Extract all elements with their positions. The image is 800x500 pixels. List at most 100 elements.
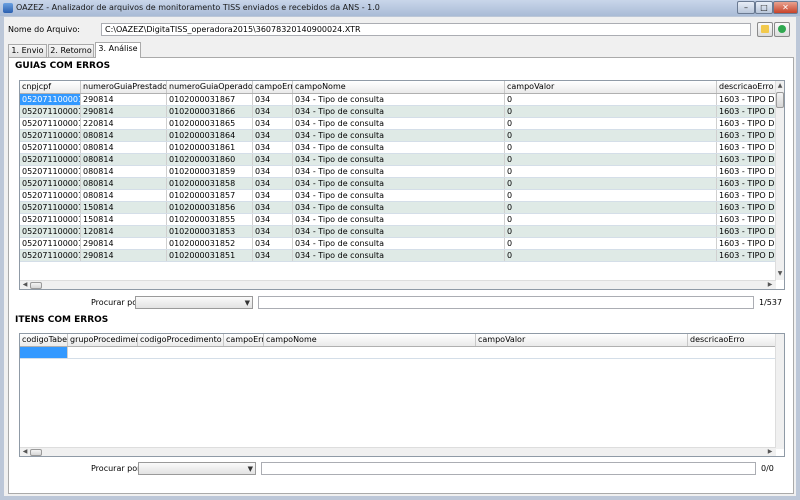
table-row[interactable]: 052071100001422908140102000031866034034 … <box>20 106 776 118</box>
table-cell[interactable]: 1603 - TIPO D <box>717 118 776 129</box>
table-cell[interactable]: 034 <box>253 142 293 153</box>
table-cell[interactable]: 0102000031865 <box>167 118 253 129</box>
itens-col-header[interactable]: codigoProcedimento <box>138 334 224 346</box>
table-cell[interactable]: 034 - Tipo de consulta <box>293 154 505 165</box>
itens-current-cell[interactable] <box>20 347 68 358</box>
table-row[interactable]: 052071100001420808140102000031861034034 … <box>20 142 776 154</box>
guias-grid[interactable]: cnpjcpf numeroGuiaPrestador numeroGuiaOper… <box>19 80 785 290</box>
table-cell[interactable]: 220814 <box>81 118 167 129</box>
table-cell[interactable]: 034 - Tipo de consulta <box>293 250 505 261</box>
table-cell[interactable]: 080814 <box>81 178 167 189</box>
table-row[interactable]: 052071100001420808140102000031860034034 … <box>20 154 776 166</box>
table-cell[interactable]: 034 - Tipo de consulta <box>293 118 505 129</box>
itens-search-field-select[interactable]: ▼ <box>138 462 256 475</box>
table-cell[interactable]: 0 <box>505 106 717 117</box>
table-cell[interactable]: 0102000031859 <box>167 166 253 177</box>
itens-col-header[interactable]: campoValor <box>476 334 688 346</box>
guias-hscroll-thumb[interactable] <box>30 282 42 289</box>
close-button[interactable]: ✕ <box>773 1 798 14</box>
table-cell[interactable]: 05207110000142 <box>20 166 81 177</box>
table-cell[interactable]: 0 <box>505 190 717 201</box>
table-cell[interactable]: 034 - Tipo de consulta <box>293 94 505 105</box>
guias-hscroll[interactable]: ◀ ▶ <box>20 280 776 289</box>
itens-hscroll-thumb[interactable] <box>30 449 42 456</box>
minimize-button[interactable]: – <box>737 1 755 14</box>
table-cell[interactable]: 05207110000142 <box>20 154 81 165</box>
table-cell[interactable]: 0 <box>505 166 717 177</box>
table-cell[interactable]: 0 <box>505 118 717 129</box>
itens-grid[interactable]: codigoTabelagrupoProcedimentocodigoProce… <box>19 333 785 457</box>
table-cell[interactable]: 034 <box>253 250 293 261</box>
table-cell[interactable]: 080814 <box>81 190 167 201</box>
table-cell[interactable]: 1603 - TIPO D <box>717 214 776 225</box>
itens-col-header[interactable]: grupoProcedimento <box>68 334 138 346</box>
maximize-button[interactable]: □ <box>755 1 773 14</box>
table-cell[interactable]: 1603 - TIPO D <box>717 190 776 201</box>
table-cell[interactable]: 034 - Tipo de consulta <box>293 130 505 141</box>
guias-col-header[interactable]: descricaoErro <box>717 81 776 93</box>
table-cell[interactable]: 034 - Tipo de consulta <box>293 178 505 189</box>
table-cell[interactable]: 034 <box>253 202 293 213</box>
table-cell[interactable]: 0102000031861 <box>167 142 253 153</box>
table-cell[interactable]: 05207110000142 <box>20 190 81 201</box>
scroll-left-icon[interactable]: ◀ <box>21 448 29 456</box>
table-cell[interactable]: 0 <box>505 154 717 165</box>
table-cell[interactable]: 1603 - TIPO D <box>717 226 776 237</box>
table-cell[interactable]: 034 <box>253 214 293 225</box>
tab-analise[interactable]: 3. Análise <box>95 42 141 58</box>
table-cell[interactable]: 080814 <box>81 130 167 141</box>
table-cell[interactable]: 150814 <box>81 214 167 225</box>
table-cell[interactable]: 05207110000142 <box>20 178 81 189</box>
table-cell[interactable]: 290814 <box>81 94 167 105</box>
table-cell[interactable]: 034 <box>253 166 293 177</box>
tab-retorno[interactable]: 2. Retorno <box>48 44 94 57</box>
table-cell[interactable]: 0 <box>505 214 717 225</box>
table-cell[interactable]: 0102000031857 <box>167 190 253 201</box>
table-cell[interactable]: 034 <box>253 238 293 249</box>
table-cell[interactable]: 05207110000142 <box>20 94 81 105</box>
table-cell[interactable]: 080814 <box>81 154 167 165</box>
table-cell[interactable]: 05207110000142 <box>20 226 81 237</box>
table-cell[interactable]: 0102000031855 <box>167 214 253 225</box>
table-cell[interactable]: 0 <box>505 226 717 237</box>
table-cell[interactable]: 034 - Tipo de consulta <box>293 214 505 225</box>
tab-envio[interactable]: 1. Envio <box>8 44 47 57</box>
table-row[interactable]: 052071100001421508140102000031855034034 … <box>20 214 776 226</box>
table-row[interactable]: 052071100001421508140102000031856034034 … <box>20 202 776 214</box>
table-cell[interactable]: 0102000031853 <box>167 226 253 237</box>
table-cell[interactable]: 1603 - TIPO D <box>717 154 776 165</box>
itens-col-header[interactable]: campoErro <box>224 334 264 346</box>
table-cell[interactable]: 1603 - TIPO D <box>717 250 776 261</box>
guias-search-field-select[interactable]: ▼ <box>135 296 253 309</box>
scroll-right-icon[interactable]: ▶ <box>766 281 774 289</box>
file-path-field[interactable]: C:\OAZEZ\DigitaTISS_operadora2015\360783… <box>101 23 751 36</box>
table-cell[interactable]: 05207110000142 <box>20 142 81 153</box>
guias-search-input[interactable] <box>258 296 754 309</box>
table-cell[interactable]: 1603 - TIPO D <box>717 178 776 189</box>
table-row[interactable]: 052071100001420808140102000031864034034 … <box>20 130 776 142</box>
guias-vscroll[interactable]: ▲ ▼ <box>775 81 784 280</box>
scroll-down-icon[interactable]: ▼ <box>776 270 784 278</box>
itens-search-input[interactable] <box>261 462 756 475</box>
table-cell[interactable]: 034 - Tipo de consulta <box>293 202 505 213</box>
table-cell[interactable]: 034 - Tipo de consulta <box>293 226 505 237</box>
table-cell[interactable]: 0 <box>505 178 717 189</box>
table-cell[interactable]: 05207110000142 <box>20 250 81 261</box>
table-cell[interactable]: 1603 - TIPO D <box>717 238 776 249</box>
scroll-left-icon[interactable]: ◀ <box>21 281 29 289</box>
table-cell[interactable]: 1603 - TIPO D <box>717 142 776 153</box>
table-row[interactable]: 052071100001420808140102000031859034034 … <box>20 166 776 178</box>
title-bar[interactable]: OAZEZ - Analizador de arquivos de monito… <box>0 0 800 16</box>
open-file-button[interactable] <box>757 22 773 37</box>
itens-col-header[interactable]: campoNome <box>264 334 476 346</box>
table-cell[interactable]: 080814 <box>81 166 167 177</box>
table-cell[interactable]: 0 <box>505 142 717 153</box>
guias-col-header[interactable]: campoValor <box>505 81 717 93</box>
table-cell[interactable]: 034 <box>253 118 293 129</box>
table-cell[interactable]: 05207110000142 <box>20 118 81 129</box>
table-row[interactable]: 052071100001420808140102000031857034034 … <box>20 190 776 202</box>
table-cell[interactable]: 0102000031866 <box>167 106 253 117</box>
table-cell[interactable]: 0 <box>505 238 717 249</box>
table-cell[interactable]: 05207110000142 <box>20 214 81 225</box>
table-cell[interactable]: 034 - Tipo de consulta <box>293 106 505 117</box>
